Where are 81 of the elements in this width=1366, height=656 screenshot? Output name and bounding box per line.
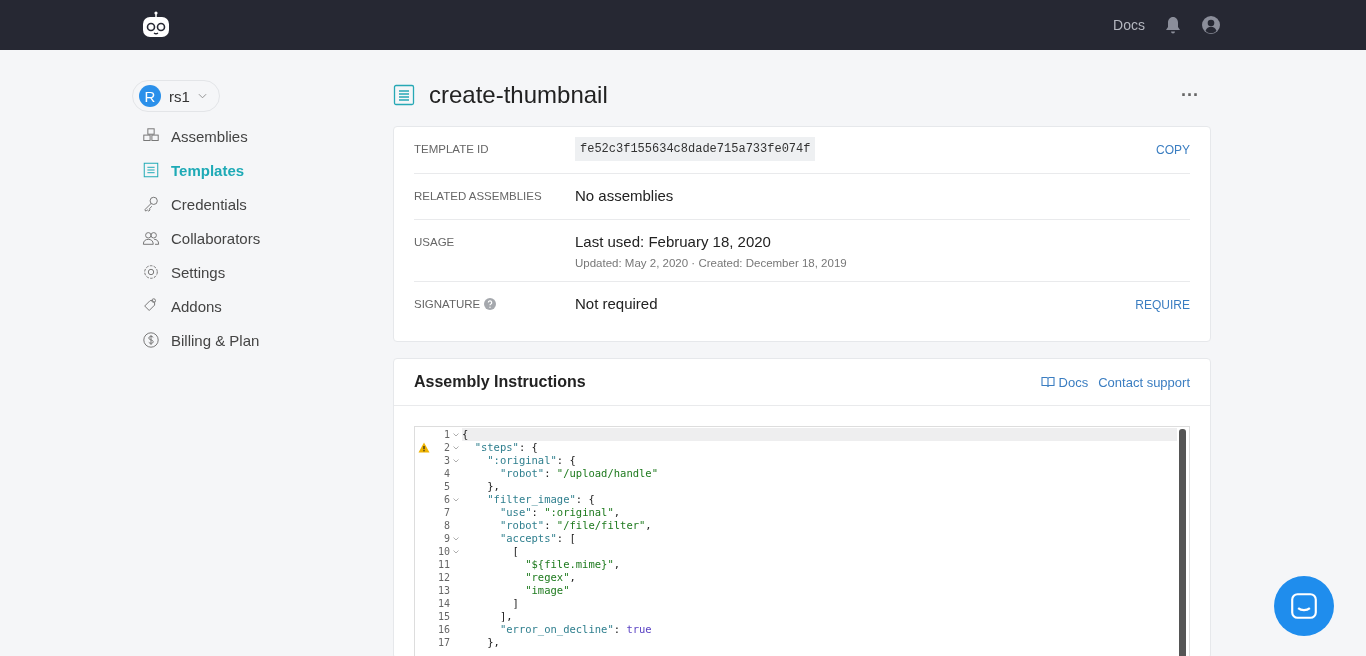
code-editor[interactable] — [414, 426, 1190, 656]
line-number: 12 — [437, 572, 450, 583]
people-icon — [142, 229, 160, 247]
line-number: 8 — [443, 520, 450, 531]
field-label: SIGNATURE — [414, 298, 481, 310]
fold-caret-icon[interactable] — [453, 432, 459, 437]
page-title: create-thumbnail — [429, 81, 609, 109]
code-line: "image" — [524, 584, 570, 596]
line-number: 16 — [437, 624, 450, 635]
sidebar-item[interactable]: Collaborators — [132, 221, 393, 255]
book-icon — [1040, 376, 1055, 388]
contact-support-link[interactable]: Contact support — [1098, 374, 1190, 390]
account-switcher[interactable]: R rs1 — [132, 80, 220, 112]
code-line: ":original": { — [486, 454, 576, 466]
field-label: USAGE — [414, 236, 455, 248]
key-icon — [142, 195, 160, 213]
field-value: Not required — [575, 295, 659, 312]
code-line: ], — [498, 610, 513, 622]
chevron-down-icon — [197, 93, 207, 99]
line-number: 15 — [437, 611, 450, 622]
field-label: TEMPLATE ID — [414, 143, 489, 155]
fold-caret-icon[interactable] — [453, 536, 459, 541]
chat-icon — [1289, 591, 1319, 621]
sidebar-item[interactable]: Credentials — [132, 187, 393, 221]
code-line: "${file.mime}", — [524, 558, 621, 570]
line-number: 2 — [443, 442, 450, 453]
template-id: fe52c3f155634c8dade715a733fe074f — [575, 137, 816, 161]
fold-caret-icon[interactable] — [453, 445, 459, 450]
code-line: "steps": { — [473, 441, 538, 453]
fold-caret-icon[interactable] — [453, 549, 459, 554]
user-avatar-icon[interactable] — [1201, 15, 1221, 35]
code-line: "robot": "/file/filter", — [498, 519, 652, 531]
sidebar-item[interactable]: Billing & Plan — [132, 323, 393, 357]
code-line: ] — [511, 597, 519, 609]
code-line: "accepts": [ — [498, 532, 576, 544]
line-number: 4 — [443, 468, 450, 479]
docs-link[interactable]: Docs — [1113, 17, 1145, 33]
help-icon[interactable] — [484, 298, 497, 310]
list-icon — [142, 161, 160, 179]
line-number: 6 — [443, 494, 450, 505]
field-note: Updated: May 2, 2020 · Created: December 18, 2019 — [575, 257, 848, 269]
code-line: "regex", — [524, 571, 576, 583]
action-link[interactable]: REQUIRE — [1135, 295, 1190, 312]
line-number: 17 — [437, 637, 450, 648]
code-line: { — [462, 428, 469, 440]
line-number: 10 — [437, 546, 450, 557]
line-number: 5 — [443, 481, 450, 492]
fold-caret-icon[interactable] — [453, 497, 459, 502]
code-line: }, — [486, 636, 500, 648]
field-value: No assemblies — [575, 187, 675, 204]
line-number: 7 — [443, 507, 450, 518]
account-avatar: R — [139, 85, 161, 107]
gear-icon — [142, 263, 160, 281]
sidebar-item[interactable]: Addons — [132, 289, 393, 323]
sidebar-item[interactable]: Settings — [132, 255, 393, 289]
line-number: 13 — [437, 585, 450, 596]
line-number: 11 — [437, 559, 450, 570]
docs-link[interactable]: Docs — [1058, 374, 1089, 390]
fold-caret-icon[interactable] — [453, 458, 459, 463]
line-number: 9 — [443, 533, 450, 544]
more-options-button[interactable]: ··· — [1169, 84, 1211, 106]
section-title: Assembly Instructions — [414, 373, 586, 391]
line-number: 3 — [443, 455, 450, 466]
bell-icon[interactable] — [1163, 15, 1183, 35]
code-line: "use": ":original", — [498, 506, 621, 518]
chat-button[interactable] — [1274, 576, 1334, 636]
line-number: 1 — [443, 429, 450, 440]
code-line: [ — [511, 545, 519, 557]
line-number: 14 — [437, 598, 450, 609]
list-icon — [393, 84, 415, 106]
dollar-icon — [142, 331, 160, 349]
robot-logo[interactable] — [142, 11, 170, 39]
code-line: "error_on_decline": true — [498, 623, 652, 635]
code-line: "robot": "/upload/handle" — [498, 467, 658, 479]
scrollbar-thumb[interactable] — [1179, 429, 1186, 656]
field-value: Last used: February 18, 2020 — [575, 233, 772, 250]
code-line: }, — [486, 480, 500, 492]
action-link[interactable]: COPY — [1156, 140, 1190, 157]
sidebar-item[interactable]: Assemblies — [132, 119, 393, 153]
field-label: RELATED ASSEMBLIES — [414, 190, 542, 202]
code-line: "filter_image": { — [486, 493, 595, 505]
